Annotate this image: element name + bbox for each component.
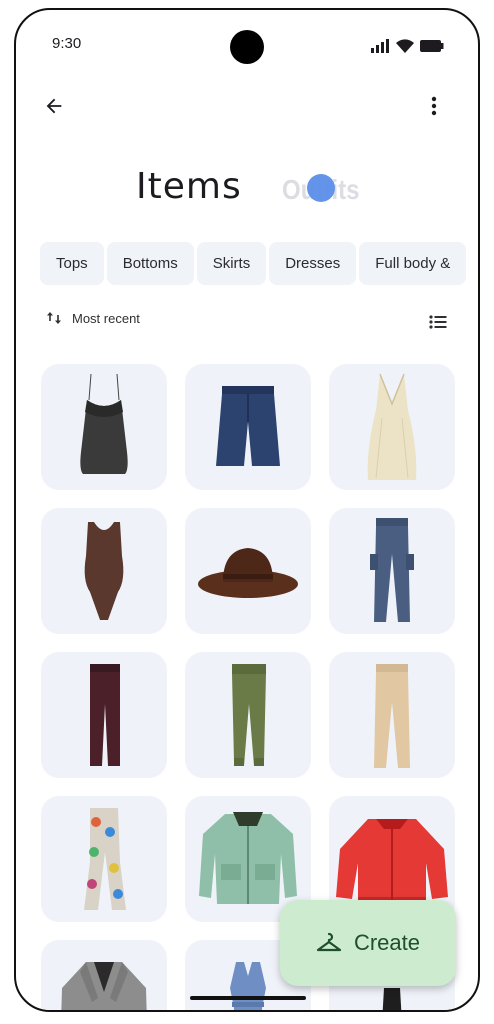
item-tile-camisole[interactable] xyxy=(41,364,167,490)
more-vert-icon xyxy=(431,96,437,116)
sort-row: Most recent xyxy=(16,310,478,334)
blue-jumpsuit-image xyxy=(230,962,266,1010)
phone-frame: 9:30 Items Tops Bottoms Skirts Dresses F… xyxy=(14,8,480,1012)
item-tile-grey-blazer[interactable] xyxy=(41,940,167,1010)
chip-skirts[interactable]: Skirts xyxy=(196,242,267,285)
hat-image xyxy=(198,548,298,598)
grey-blazer-image xyxy=(61,962,147,1010)
beige-trousers-image xyxy=(374,663,410,768)
arrow-back-icon xyxy=(46,98,62,114)
create-label: Create xyxy=(353,930,421,955)
chip-bottoms[interactable]: Bottoms xyxy=(106,242,194,285)
list-view-button[interactable] xyxy=(426,310,450,334)
wifi-icon xyxy=(396,39,414,53)
item-tile-blue-pants[interactable] xyxy=(329,508,455,634)
green-jacket-image xyxy=(199,812,297,904)
item-tile-printed-flares[interactable] xyxy=(41,796,167,922)
sort-label: Most recent xyxy=(72,310,140,326)
status-bar: 9:30 xyxy=(16,10,478,80)
printed-flares-image xyxy=(84,807,126,910)
list-icon xyxy=(429,315,447,329)
section-tabs: Items Outfits xyxy=(16,164,478,224)
item-tile-bodysuit[interactable] xyxy=(41,508,167,634)
home-indicator[interactable] xyxy=(190,996,306,1000)
item-tile-hat[interactable] xyxy=(185,508,311,634)
sort-button[interactable]: Most recent xyxy=(46,310,140,326)
chip-dresses[interactable]: Dresses xyxy=(269,242,357,285)
cream-gown-image xyxy=(367,373,417,480)
battery-icon xyxy=(420,40,444,52)
swap-vert-icon xyxy=(47,312,61,324)
item-tile-olive-joggers[interactable] xyxy=(185,652,311,778)
bodysuit-image xyxy=(84,522,124,620)
top-app-bar xyxy=(16,86,478,126)
signal-icon xyxy=(371,39,389,53)
blue-pants-image xyxy=(370,517,414,622)
status-icons xyxy=(370,38,444,54)
chip-tops[interactable]: Tops xyxy=(40,242,104,285)
status-time: 9:30 xyxy=(52,35,82,52)
item-tile-beige-trousers[interactable] xyxy=(329,652,455,778)
olive-joggers-image xyxy=(232,663,266,766)
item-tile-cream-gown[interactable] xyxy=(329,364,455,490)
more-options-button[interactable] xyxy=(420,92,448,120)
back-button[interactable] xyxy=(40,92,68,120)
tab-items[interactable]: Items xyxy=(136,166,242,207)
camera-cutout xyxy=(230,30,264,64)
category-filter-chips: Tops Bottoms Skirts Dresses Full body & xyxy=(40,242,478,286)
camisole-image xyxy=(80,373,128,474)
item-tile-denim-shorts[interactable] xyxy=(185,364,311,490)
create-fab[interactable]: Create xyxy=(280,900,456,986)
maroon-pants-image xyxy=(90,663,120,766)
item-tile-maroon-pants[interactable] xyxy=(41,652,167,778)
touch-indicator xyxy=(307,174,335,202)
chip-full-body[interactable]: Full body & xyxy=(359,242,467,285)
red-bomber-image xyxy=(336,819,448,905)
denim-shorts-image xyxy=(216,386,280,466)
hanger-icon xyxy=(316,932,342,952)
